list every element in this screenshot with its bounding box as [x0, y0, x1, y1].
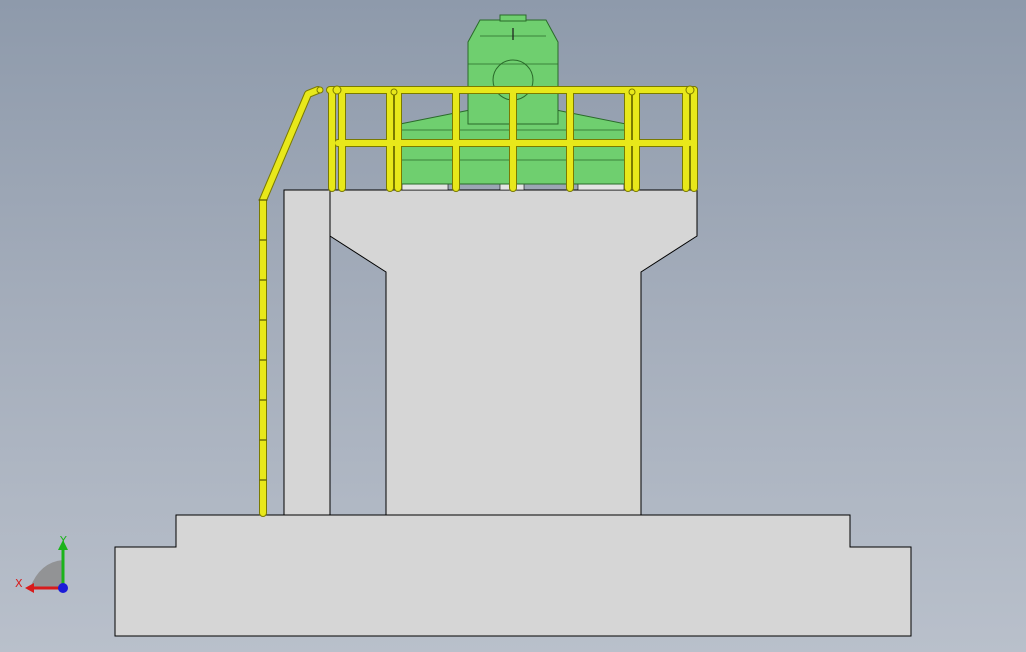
- triad-x-label: X: [15, 577, 23, 590]
- bearing-pad: [401, 183, 449, 191]
- triad-z-axis-icon: [58, 583, 68, 593]
- rail-joint: [628, 88, 636, 96]
- equipment-top-cap: [499, 14, 527, 22]
- rail-joint: [390, 88, 398, 96]
- pier: [283, 189, 698, 516]
- view-triad[interactable]: Y X: [15, 534, 68, 593]
- rail-joint: [316, 86, 324, 94]
- pier-side-face: [283, 189, 331, 516]
- foundation-lower-slab: [114, 514, 912, 637]
- triad-y-label: Y: [59, 534, 67, 547]
- bearing-pad: [577, 183, 625, 191]
- cad-viewport[interactable]: Y X: [0, 0, 1026, 652]
- rail-joint: [332, 85, 342, 95]
- triad-x-arrow-icon: [25, 583, 34, 593]
- foundation-base: [114, 514, 912, 637]
- rail-joint: [685, 85, 695, 95]
- triad-plane-icon: [30, 560, 63, 588]
- pier-front-face: [329, 189, 698, 516]
